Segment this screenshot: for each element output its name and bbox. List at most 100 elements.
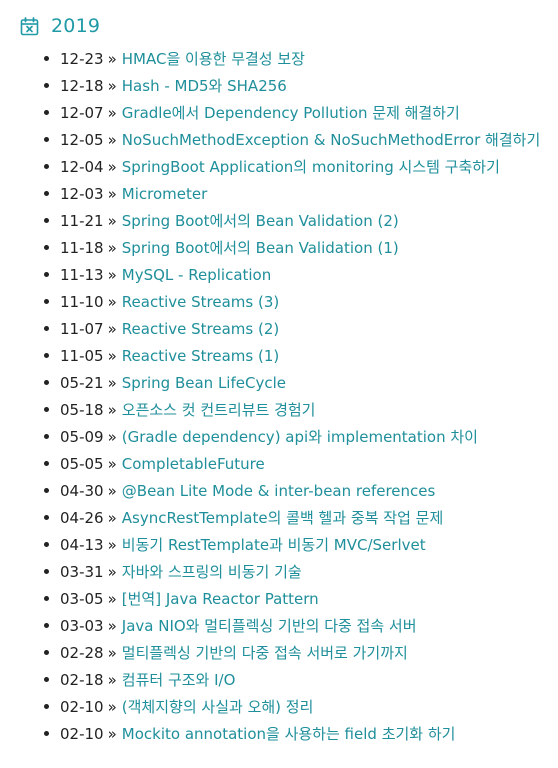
bullet-dot-icon (44, 380, 49, 385)
separator-icon: » (107, 373, 117, 392)
post-list-item: 11-18» Spring Boot에서의 Bean Validation (1) (40, 234, 558, 261)
post-title-link[interactable]: Hash - MD5와 SHA256 (122, 75, 287, 96)
post-date: 11-18 (60, 238, 104, 257)
post-title-link[interactable]: Java NIO와 멀티플렉싱 기반의 다중 접속 서버 (122, 615, 417, 636)
separator-icon: » (107, 130, 117, 149)
separator-icon: » (107, 697, 117, 716)
year-header: 2019 (20, 14, 100, 38)
post-date: 12-18 (60, 76, 104, 95)
bullet-dot-icon (44, 164, 49, 169)
post-date: 04-26 (60, 508, 104, 527)
separator-icon: » (107, 76, 117, 95)
separator-icon: » (107, 211, 117, 230)
post-title-link[interactable]: 오픈소스 컷 컨트리뷰트 경험기 (122, 399, 316, 420)
separator-icon: » (107, 157, 117, 176)
post-title-link[interactable]: Reactive Streams (2) (122, 320, 279, 338)
separator-icon: » (107, 643, 117, 662)
separator-icon: » (107, 265, 117, 284)
post-title-link[interactable]: Reactive Streams (1) (122, 347, 279, 365)
post-list-item: 05-21» Spring Bean LifeCycle (40, 369, 558, 396)
post-list-item: 05-18» 오픈소스 컷 컨트리뷰트 경험기 (40, 396, 558, 423)
post-title-link[interactable]: CompletableFuture (122, 455, 265, 473)
post-date: 12-04 (60, 157, 104, 176)
post-date: 02-28 (60, 643, 104, 662)
separator-icon: » (107, 508, 117, 527)
post-title-link[interactable]: Spring Bean LifeCycle (122, 374, 286, 392)
bullet-dot-icon (44, 272, 49, 277)
post-title-link[interactable]: Spring Boot에서의 Bean Validation (1) (122, 237, 399, 258)
post-date: 05-21 (60, 373, 104, 392)
separator-icon: » (107, 616, 117, 635)
bullet-dot-icon (44, 704, 49, 709)
post-list-item: 05-05» CompletableFuture (40, 450, 558, 477)
post-title-link[interactable]: Micrometer (122, 185, 208, 203)
post-list-item: 12-18» Hash - MD5와 SHA256 (40, 72, 558, 99)
post-date: 03-05 (60, 589, 104, 608)
post-title-link[interactable]: (객체지향의 사실과 오해) 정리 (122, 696, 314, 717)
post-date: 11-13 (60, 265, 104, 284)
post-date: 11-21 (60, 211, 104, 230)
post-title-link[interactable]: Spring Boot에서의 Bean Validation (2) (122, 210, 399, 231)
bullet-dot-icon (44, 326, 49, 331)
bullet-dot-icon (44, 488, 49, 493)
post-title-link[interactable]: NoSuchMethodException & NoSuchMethodErro… (122, 129, 540, 150)
post-date: 11-10 (60, 292, 104, 311)
post-date: 03-31 (60, 562, 104, 581)
bullet-dot-icon (44, 353, 49, 358)
bullet-dot-icon (44, 461, 49, 466)
post-title-link[interactable]: 비동기 RestTemplate과 비동기 MVC/Serlvet (122, 534, 426, 555)
bullet-dot-icon (44, 83, 49, 88)
post-date: 05-09 (60, 427, 104, 446)
post-title-link[interactable]: MySQL - Replication (122, 266, 271, 284)
post-title-link[interactable]: @Bean Lite Mode & inter-bean references (122, 482, 436, 500)
post-list-item: 11-10» Reactive Streams (3) (40, 288, 558, 315)
post-title-link[interactable]: Mockito annotation을 사용하는 field 초기화 하기 (122, 723, 456, 744)
post-title-link[interactable]: (Gradle dependency) api와 implementation … (122, 426, 478, 447)
separator-icon: » (107, 670, 117, 689)
post-date: 03-03 (60, 616, 104, 635)
post-title-link[interactable]: HMAC을 이용한 무결성 보장 (122, 48, 305, 69)
separator-icon: » (107, 346, 117, 365)
separator-icon: » (107, 103, 117, 122)
separator-icon: » (107, 49, 117, 68)
post-list-item: 02-10» (객체지향의 사실과 오해) 정리 (40, 693, 558, 720)
post-list-item: 05-09» (Gradle dependency) api와 implement… (40, 423, 558, 450)
post-date: 04-30 (60, 481, 104, 500)
post-list-item: 11-13» MySQL - Replication (40, 261, 558, 288)
separator-icon: » (107, 454, 117, 473)
post-title-link[interactable]: Gradle에서 Dependency Pollution 문제 해결하기 (122, 102, 460, 123)
post-list-item: 11-07» Reactive Streams (2) (40, 315, 558, 342)
bullet-dot-icon (44, 650, 49, 655)
post-date: 02-18 (60, 670, 104, 689)
post-list-item: 04-30» @Bean Lite Mode & inter-bean refer… (40, 477, 558, 504)
separator-icon: » (107, 427, 117, 446)
post-list-item: 03-31» 자바와 스프링의 비동기 기술 (40, 558, 558, 585)
post-title-link[interactable]: SpringBoot Application의 monitoring 시스템 구… (122, 156, 500, 177)
post-title-link[interactable]: [번역] Java Reactor Pattern (122, 588, 319, 609)
post-list-item: 03-05» [번역] Java Reactor Pattern (40, 585, 558, 612)
post-date: 02-10 (60, 697, 104, 716)
post-list: 12-23» HMAC을 이용한 무결성 보장 12-18» Hash - MD5와 … (0, 45, 558, 747)
bullet-dot-icon (44, 299, 49, 304)
bullet-dot-icon (44, 191, 49, 196)
bullet-dot-icon (44, 677, 49, 682)
post-list-item: 11-05» Reactive Streams (1) (40, 342, 558, 369)
year-title: 2019 (51, 15, 101, 37)
separator-icon: » (107, 589, 117, 608)
post-title-link[interactable]: AsyncRestTemplate의 콜백 헬과 중복 작업 문제 (122, 507, 443, 528)
separator-icon: » (107, 535, 117, 554)
post-date: 04-13 (60, 535, 104, 554)
post-title-link[interactable]: Reactive Streams (3) (122, 293, 279, 311)
post-title-link[interactable]: 컴퓨터 구조와 I/O (122, 669, 236, 690)
post-list-item: 02-28» 멀티플렉싱 기반의 다중 접속 서버로 가기까지 (40, 639, 558, 666)
bullet-dot-icon (44, 218, 49, 223)
separator-icon: » (107, 481, 117, 500)
post-list-item: 12-23» HMAC을 이용한 무결성 보장 (40, 45, 558, 72)
post-list-item: 12-03» Micrometer (40, 180, 558, 207)
bullet-dot-icon (44, 434, 49, 439)
bullet-dot-icon (44, 407, 49, 412)
bullet-dot-icon (44, 542, 49, 547)
post-title-link[interactable]: 멀티플렉싱 기반의 다중 접속 서버로 가기까지 (122, 642, 408, 663)
post-date: 11-07 (60, 319, 104, 338)
post-title-link[interactable]: 자바와 스프링의 비동기 기술 (122, 561, 302, 582)
